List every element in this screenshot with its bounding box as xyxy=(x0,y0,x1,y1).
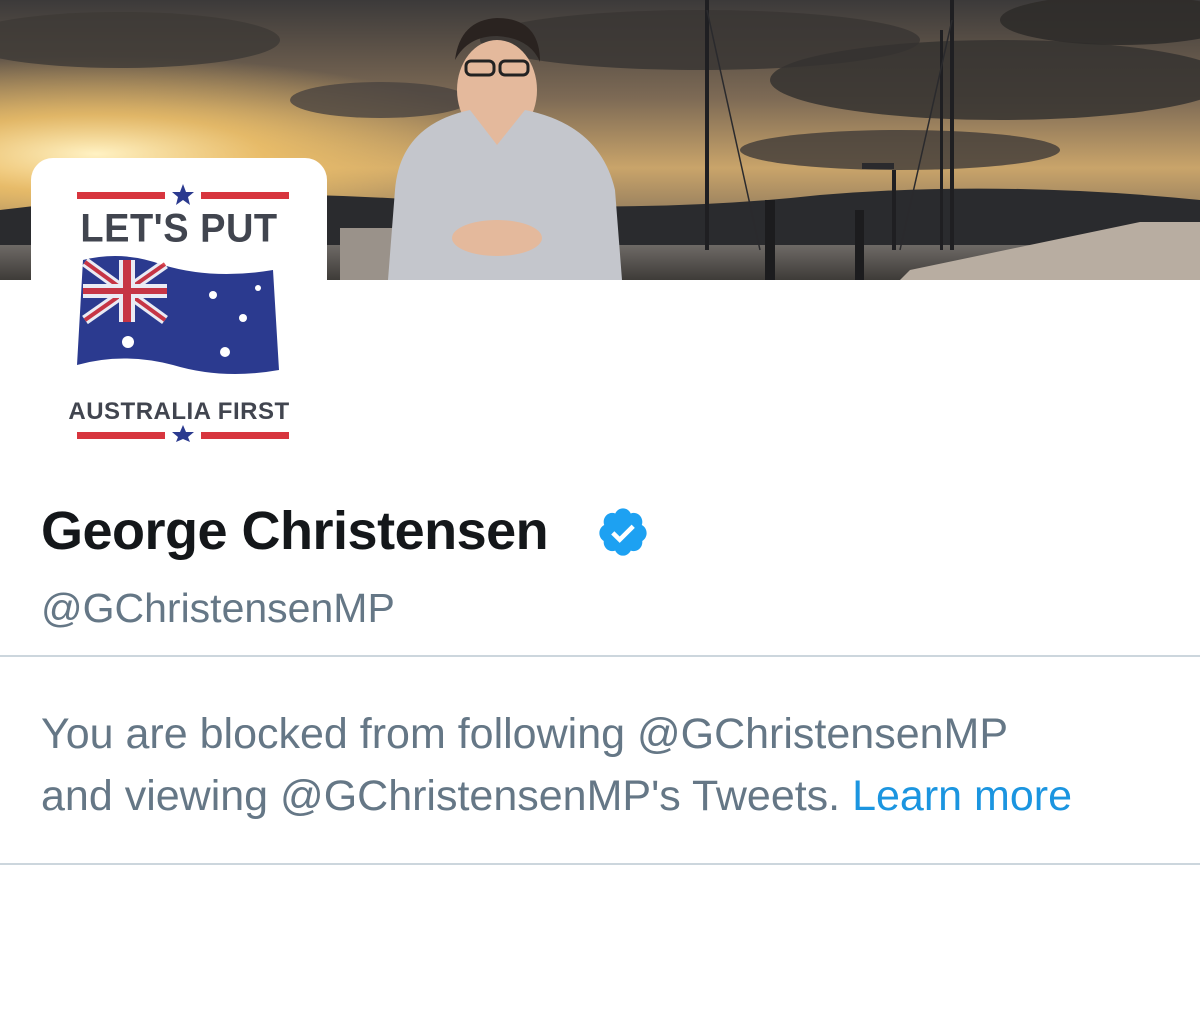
learn-more-link[interactable]: Learn more xyxy=(852,772,1072,820)
avatar-image: LET'S PUT AUSTRALIA FIRST xyxy=(43,170,315,442)
blocked-notice: You are blocked from following @GChriste… xyxy=(41,703,1181,827)
profile-handle: @GChristensenMP xyxy=(41,585,395,631)
blocked-notice-line2: and viewing @GChristensenMP's Tweets. xyxy=(41,772,841,820)
blocked-notice-line1: You are blocked from following @GChriste… xyxy=(41,710,1009,758)
display-name: George Christensen xyxy=(41,501,549,561)
divider xyxy=(0,655,1200,657)
avatar-top-text: LET'S PUT xyxy=(80,206,278,252)
avatar-bottom-text: AUSTRALIA FIRST xyxy=(68,398,290,425)
profile-avatar[interactable]: LET'S PUT AUSTRALIA FIRST xyxy=(31,158,327,454)
divider xyxy=(0,863,1200,865)
verified-badge-icon xyxy=(599,508,647,556)
